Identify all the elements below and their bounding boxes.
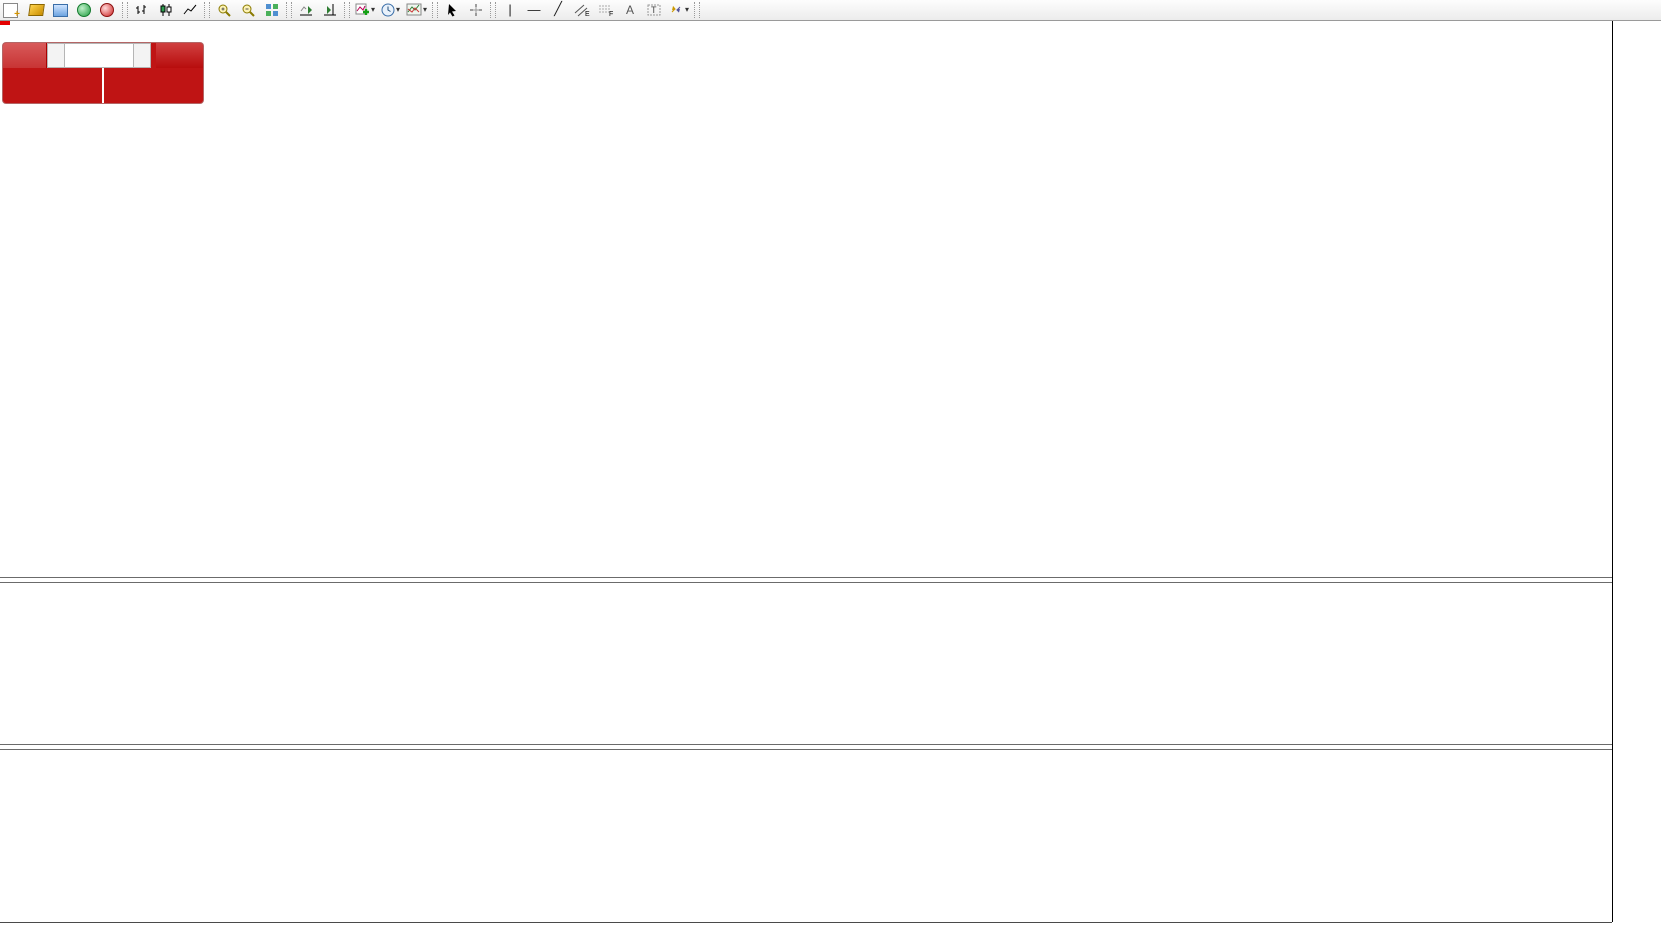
chart-plot-area[interactable] [0, 21, 1612, 944]
fibonacci-tool[interactable]: F [595, 1, 617, 19]
volume-decrease-button[interactable] [47, 43, 64, 68]
svg-text:T: T [651, 5, 657, 15]
chart-shift-button[interactable] [319, 1, 341, 19]
equidistant-channel-icon: E [574, 3, 590, 17]
tile-windows-icon [265, 3, 279, 17]
label-icon: T [647, 3, 662, 17]
chart-canvas[interactable] [0, 21, 1612, 922]
zoom-out-icon [241, 3, 256, 18]
volume-increase-button[interactable] [133, 43, 150, 68]
date-axis[interactable] [0, 922, 1612, 944]
arrows-icon [669, 3, 684, 17]
zoom-in-button[interactable] [213, 1, 235, 19]
crosshair-button[interactable] [465, 1, 487, 19]
line-chart-button[interactable] [179, 1, 201, 19]
cursor-icon [446, 3, 459, 17]
arrows-dropdown-arrow[interactable]: ▾ [685, 1, 689, 19]
trendline-tool[interactable]: ╱ [547, 0, 569, 18]
svg-text:E: E [585, 11, 590, 17]
data-window-button[interactable] [49, 1, 71, 19]
buy-price[interactable] [104, 68, 203, 103]
chart-shift-icon [323, 3, 338, 17]
level-price-label[interactable] [0, 21, 10, 25]
indicators-icon [355, 3, 370, 17]
price-axis[interactable] [1612, 21, 1661, 922]
indicators-button[interactable]: ▾ [353, 1, 377, 19]
fibonacci-icon: F [598, 3, 614, 17]
autotrade-button[interactable] [97, 1, 119, 19]
equidistant-channel-tool[interactable]: E [571, 1, 593, 19]
autotrade-icon [100, 3, 114, 17]
zoom-in-icon [217, 3, 232, 18]
new-order-icon: + [3, 3, 18, 18]
market-watch-button[interactable] [25, 1, 47, 19]
periods-clock-icon [381, 3, 395, 17]
templates-icon [406, 3, 422, 17]
tile-windows-button[interactable] [261, 1, 283, 19]
buy-button[interactable] [156, 43, 203, 68]
sell-button[interactable] [3, 43, 47, 68]
sell-price[interactable] [3, 68, 104, 103]
candlestick-chart-icon [159, 3, 173, 17]
bar-chart-button[interactable] [131, 1, 153, 19]
indicators-dropdown-arrow[interactable]: ▾ [371, 1, 375, 19]
auto-scroll-button[interactable] [295, 1, 317, 19]
new-order-button[interactable]: + [1, 1, 23, 19]
arrows-tool[interactable]: ▾ [667, 1, 691, 19]
data-window-icon [53, 4, 68, 17]
periods-button[interactable]: ▾ [379, 1, 402, 19]
chart-window [0, 21, 1661, 944]
rsi-panel-splitter[interactable] [0, 744, 1612, 750]
crosshair-icon [469, 3, 483, 17]
zoom-out-button[interactable] [237, 1, 259, 19]
periods-dropdown-arrow[interactable]: ▾ [396, 1, 400, 19]
auto-scroll-icon [299, 3, 314, 17]
chart-title [5, 27, 11, 39]
macd-panel-splitter[interactable] [0, 577, 1612, 583]
templates-dropdown-arrow[interactable]: ▾ [423, 1, 427, 19]
svg-text:F: F [609, 11, 613, 17]
market-watch-icon [28, 4, 45, 16]
horizontal-line-tool[interactable]: — [523, 1, 545, 19]
volume-input[interactable] [65, 43, 134, 68]
line-chart-icon [183, 3, 197, 17]
navigator-icon [77, 3, 91, 17]
one-click-trading-panel [3, 43, 203, 103]
label-tool[interactable]: T [643, 1, 665, 19]
text-tool[interactable]: A [619, 1, 641, 19]
main-toolbar: + ▾ ▾ ▾ | — ╱ E F A T ▾ [0, 0, 1661, 21]
navigator-button[interactable] [73, 1, 95, 19]
bar-chart-icon [135, 3, 149, 17]
cursor-button[interactable] [441, 1, 463, 19]
candlestick-chart-button[interactable] [155, 1, 177, 19]
templates-button[interactable]: ▾ [404, 1, 429, 19]
vertical-line-tool[interactable]: | [499, 1, 521, 19]
